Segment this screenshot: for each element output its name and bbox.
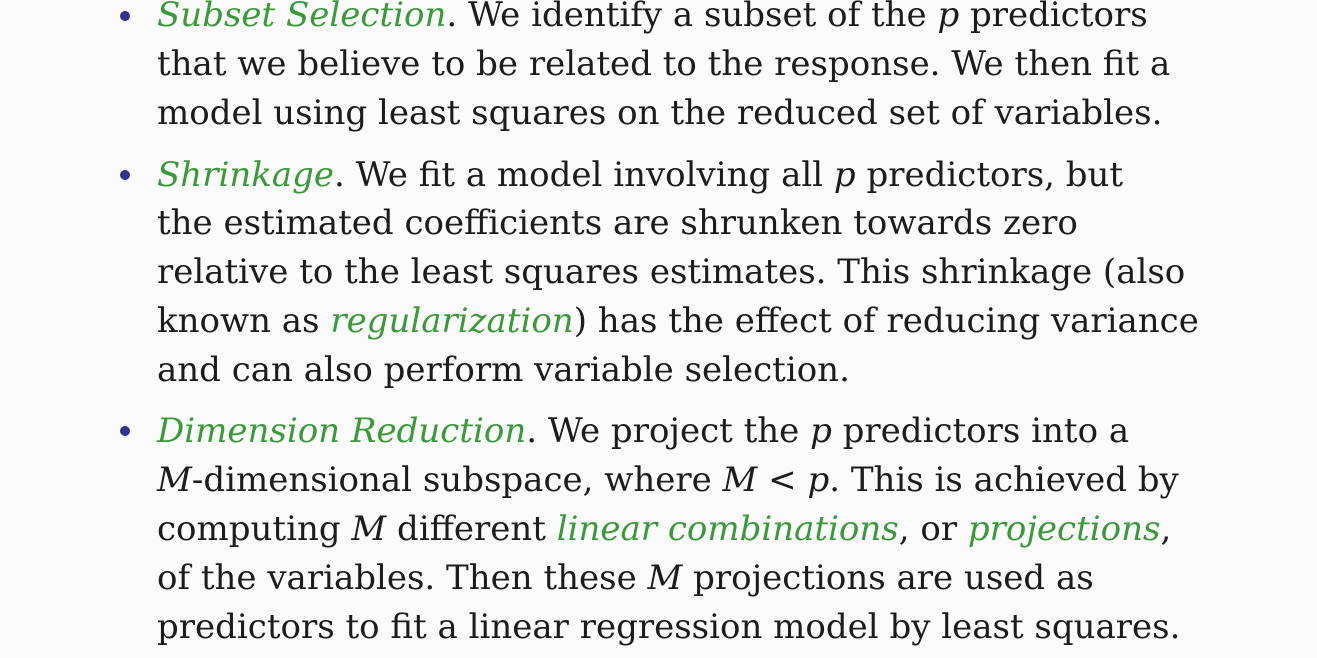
text-line: computing M different linear combination… [157,509,1172,549]
term-shrinkage: Shrinkage [157,155,334,195]
text-line: Subset Selection. We identify a subset o… [157,0,1148,35]
term-linear-combinations: linear combinations [556,509,899,549]
math-M: M [351,509,387,549]
math-p: p [810,411,832,451]
math-M: M [157,460,192,500]
text-line: of the variables. Then these M projectio… [157,558,1094,598]
text-line: M-dimensional subspace, where M < p. Thi… [157,460,1179,500]
text-line: relative to the least squares estimates.… [157,252,1186,292]
text-line: Dimension Reduction. We project the p pr… [157,411,1130,451]
math-p: p [833,155,856,195]
text-line: and can also perform variable selection. [157,350,850,390]
text-line: that we believe to be related to the res… [157,44,1171,84]
term-regularization: regularization [330,301,574,341]
math-M-less-p: M < p [722,460,830,500]
math-M: M [647,558,683,598]
slide-content: Subset Selection. We identify a subset o… [0,0,1317,658]
term-projections: projections [967,509,1161,549]
text-line: Shrinkage. We fit a model involving all … [157,155,1124,195]
text-line: model using least squares on the reduced… [157,93,1163,133]
math-p: p [937,0,960,35]
bullet-dot-icon [120,170,130,180]
text-line: the estimated coefficients are shrunken … [157,203,1078,243]
term-dimension-reduction: Dimension Reduction [157,411,527,451]
text-line: predictors to fit a linear regression mo… [157,607,1181,647]
bullet-dot-icon [120,11,130,21]
term-subset-selection: Subset Selection [157,0,447,35]
bullet-dot-icon [120,426,130,436]
text-line: known as regularization) has the effect … [157,301,1199,341]
